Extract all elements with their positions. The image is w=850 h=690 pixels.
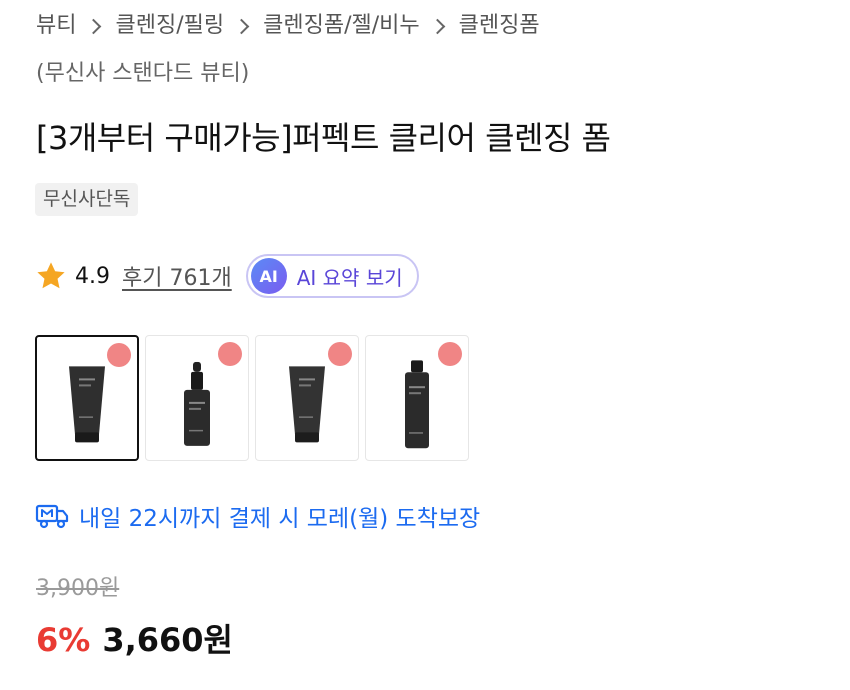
chevron-right-icon	[233, 18, 250, 34]
thumbnail-1[interactable]	[35, 335, 139, 461]
sticker-icon	[438, 342, 462, 366]
product-title: [3개부터 구매가능]퍼펙트 클리어 클렌징 폼	[36, 119, 611, 157]
discount-rate: 6%	[36, 621, 91, 659]
tube-image	[289, 366, 325, 443]
sticker-icon	[107, 343, 131, 367]
brand-link[interactable]: (무신사 스탠다드 뷰티)	[36, 56, 249, 92]
tall-bottle-image	[405, 360, 429, 449]
dropper-bottle-image	[184, 361, 210, 446]
thumbnail-2[interactable]	[145, 335, 249, 461]
original-price: 3,900원	[36, 576, 120, 601]
breadcrumb-item-foam-gel-soap[interactable]: 클렌징폼/젤/비누	[263, 8, 420, 44]
breadcrumb-item-cleansing-foam[interactable]: 클렌징폼	[459, 8, 540, 44]
breadcrumb-item-beauty[interactable]: 뷰티	[36, 8, 76, 44]
chevron-right-icon	[429, 18, 445, 34]
price-row: 6% 3,660원	[36, 616, 233, 664]
thumbnail-gallery	[35, 335, 469, 461]
review-count-link[interactable]: 후기 761개	[122, 260, 232, 292]
ai-summary-label: AI 요약 보기	[296, 265, 403, 290]
sale-price: 3,660원	[102, 621, 233, 659]
tube-image	[69, 366, 105, 443]
sticker-icon	[328, 342, 352, 366]
rating-row: 4.9 후기 761개 AI AI 요약 보기	[35, 254, 419, 298]
star-icon	[37, 262, 65, 289]
delivery-text: 내일 22시까지 결제 시 모레(월) 도착보장	[79, 506, 481, 532]
chevron-right-icon	[86, 18, 102, 34]
delivery-guarantee[interactable]: 내일 22시까지 결제 시 모레(월) 도착보장	[35, 496, 480, 536]
thumbnail-3[interactable]	[255, 335, 359, 461]
sticker-icon	[218, 342, 242, 366]
rating-score: 4.9	[75, 263, 110, 289]
exclusive-badge: 무신사단독	[35, 183, 139, 216]
breadcrumb-item-cleansing[interactable]: 클렌징/필링	[115, 8, 224, 44]
ai-icon: AI	[250, 258, 287, 294]
ai-summary-button[interactable]: AI AI 요약 보기	[245, 254, 419, 298]
thumbnail-4[interactable]	[365, 335, 469, 461]
breadcrumb: 뷰티 클렌징/필링 클렌징폼/젤/비누 클렌징폼	[36, 8, 830, 44]
truck-icon	[35, 504, 69, 529]
